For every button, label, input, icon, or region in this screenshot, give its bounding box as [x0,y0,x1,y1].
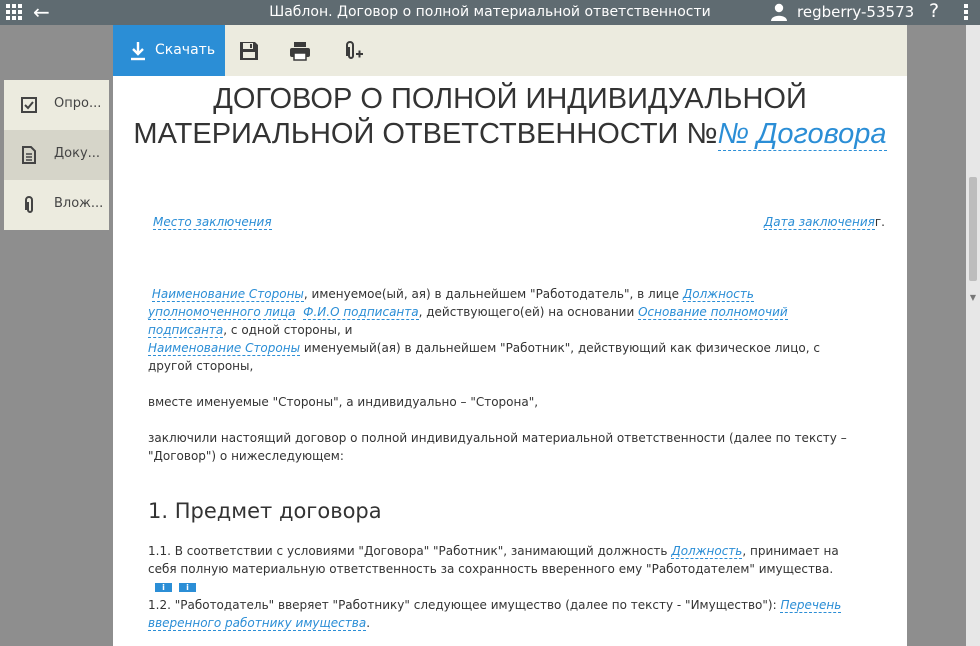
vertical-scrollbar[interactable]: ▲ ▼ [966,25,980,646]
sidebar-item-attachments[interactable]: Влож... [4,180,109,230]
document-title: ДОГОВОР О ПОЛНОЙ ИНДИВИДУАЛЬНОЙ МАТЕРИАЛ… [113,82,907,152]
sidebar-item-document[interactable]: Доку... [4,130,109,180]
signer-name-field[interactable]: Ф.И.О подписанта [303,305,419,320]
checkbox-icon [21,97,37,113]
help-icon[interactable]: ? [929,0,939,22]
user-icon[interactable] [770,3,788,21]
clause-1-1: 1.1. В соответствии с условиями "Договор… [148,542,858,596]
sidebar-item-label: Опро... [54,96,102,111]
scrollbar-thumb[interactable] [969,177,977,281]
paragraph-parties-employer: Наименование Стороны, именуемое(ый, ая) … [148,285,858,339]
section-title: 1. Предмет договора [148,499,382,523]
save-icon[interactable] [237,39,261,63]
document-icon [22,146,36,164]
download-label: Скачать [155,42,216,58]
more-menu-icon[interactable] [963,4,969,20]
sidebar-item-label: Доку... [54,146,101,161]
clause-text: . [366,616,371,630]
clause-text: 1.2. "Работодатель" вверяет "Работнику" … [148,598,777,612]
title-line-2: МАТЕРИАЛЬНОЙ ОТВЕТСТВЕННОСТИ № [133,118,718,150]
info-icon[interactable]: i [155,583,172,592]
document-toolbar: Скачать [113,25,907,76]
download-button[interactable]: Скачать [113,25,225,76]
paragraph-together: вместе именуемые "Стороны", а индивидуал… [148,395,539,409]
paperclip-icon [25,196,33,213]
date-field[interactable]: Дата заключения [763,215,875,230]
party-name-field[interactable]: Наименование Стороны [148,341,301,356]
scroll-down-icon[interactable]: ▼ [968,293,978,303]
sidebar-item-label: Влож... [54,196,104,211]
contract-number-field[interactable]: № Договора [717,118,887,151]
paragraph-agreement: заключили настоящий договор о полной инд… [148,431,847,463]
paragraph-text: , с одной стороны, и [223,323,353,337]
clause-1-2: 1.2. "Работодатель" вверяет "Работнику" … [148,596,858,632]
sidebar-item-questionnaire[interactable]: Опро... [4,80,109,130]
user-name[interactable]: regberry-53573 [797,3,914,21]
document-page: ДОГОВОР О ПОЛНОЙ ИНДИВИДУАЛЬНОЙ МАТЕРИАЛ… [113,76,907,646]
date-line: Дата заключенияг. [113,213,885,231]
clause-text: 1.1. В соответствии с условиями "Договор… [148,544,668,558]
top-bar: ← Шаблон. Договор о полной материальной … [0,0,980,25]
paragraph-text: , именуемое(ый, ая) в дальнейшем "Работо… [303,287,680,301]
paragraph-text: , действующего(ей) на основании [418,305,635,319]
download-icon [131,42,145,61]
date-suffix: г. [874,215,885,229]
add-attachment-icon[interactable] [341,39,365,63]
info-icon[interactable]: i [179,583,196,592]
party-name-field[interactable]: Наименование Стороны [151,287,304,302]
side-panel: Опро... Доку... Влож... [4,80,109,230]
print-icon[interactable] [288,39,312,63]
title-line-1: ДОГОВОР О ПОЛНОЙ ИНДИВИДУАЛЬНОЙ [213,83,807,115]
paragraph-parties-employee: Наименование Стороны именуемый(ая) в дал… [148,339,858,375]
position-field[interactable]: Должность [671,544,743,559]
